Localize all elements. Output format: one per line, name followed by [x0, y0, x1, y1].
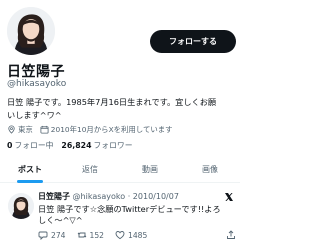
tab-videos[interactable]: 動画 [120, 157, 180, 182]
profile-tabs: ポスト 返信 動画 画像 [0, 157, 240, 183]
followers-label: フォロワー [93, 141, 133, 150]
like-icon [115, 231, 125, 240]
share-icon[interactable] [226, 230, 236, 240]
tweet-header: 日笠陽子 @hikasayoko · 2010/10/07 [38, 191, 179, 202]
like-count: 1485 [128, 230, 148, 240]
tab-posts[interactable]: ポスト [0, 157, 60, 182]
tweet-avatar[interactable] [8, 193, 34, 219]
tweet-meta: @hikasayoko · 2010/10/07 [72, 192, 179, 201]
profile-handle: @hikasayoko [7, 79, 67, 89]
location-icon [8, 125, 15, 134]
tweet-avatar-image [8, 193, 34, 219]
tweet-text: 日笠 陽子です☆念願のTwitterデビューです!!よろ しく～^▽^ [38, 204, 234, 226]
following-count: 0 [7, 141, 13, 150]
repost-count: 152 [89, 230, 105, 240]
profile-bio-line-1: 日笠 陽子です。1985年7月16日生まれです。宜しくお願 [7, 97, 217, 107]
tab-images[interactable]: 画像 [180, 157, 240, 182]
profile-bio-line-2: いします^ワ^ [7, 110, 62, 120]
profile-avatar-image [7, 7, 55, 55]
following-link[interactable]: 0 フォロー中 [7, 140, 53, 151]
tweet-text-line-2: しく～^▽^ [38, 215, 83, 225]
repost-button[interactable]: 152 [77, 230, 105, 240]
profile-meta: 東京 2010年10月からXを利用しています [7, 124, 173, 135]
x-logo-icon [225, 193, 233, 201]
calendar-icon [40, 125, 49, 134]
tweet-text-line-1: 日笠 陽子です☆念願のTwitterデビューです!!よろ [38, 204, 221, 214]
profile-stats: 0 フォロー中 26,824 フォロワー [7, 140, 133, 151]
followers-count: 26,824 [61, 141, 92, 150]
reply-count: 274 [51, 230, 66, 240]
profile-name: 日笠陽子 [7, 64, 65, 80]
follow-button[interactable]: フォローする [150, 30, 236, 53]
tab-replies[interactable]: 返信 [60, 157, 120, 182]
profile-location: 東京 [18, 125, 33, 134]
reply-icon [38, 231, 48, 240]
profile-avatar[interactable] [5, 5, 57, 57]
tweet-item[interactable]: 日笠陽子 @hikasayoko · 2010/10/07 日笠 陽子です☆念願… [0, 184, 240, 250]
profile-joined: 2010年10月からXを利用しています [50, 125, 173, 134]
following-label: フォロー中 [14, 141, 54, 150]
followers-link[interactable]: 26,824 フォロワー [61, 140, 132, 151]
reply-button[interactable]: 274 [38, 230, 66, 240]
tweet-author-name[interactable]: 日笠陽子 [38, 192, 70, 201]
profile-bio: 日笠 陽子です。1985年7月16日生まれです。宜しくお願 いします^ワ^ [7, 96, 235, 122]
tweet-actions: 274 152 1485 [38, 230, 158, 240]
like-button[interactable]: 1485 [115, 230, 147, 240]
repost-icon [77, 232, 86, 238]
